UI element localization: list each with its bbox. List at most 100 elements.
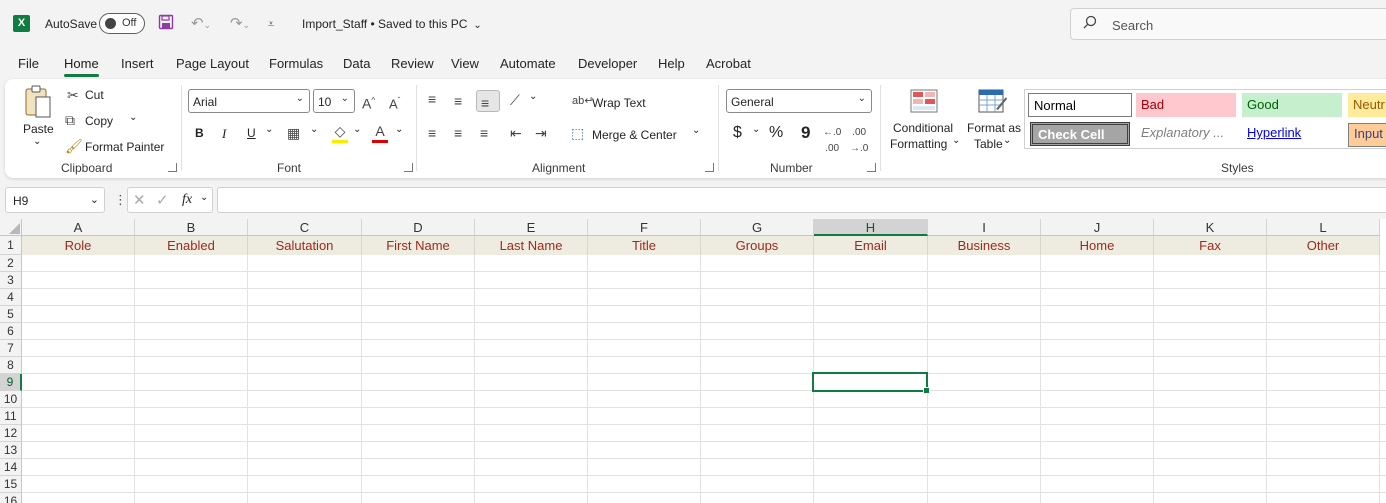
column-header-l[interactable]: L <box>1267 219 1380 236</box>
row-header-12[interactable]: 12 <box>0 425 22 442</box>
header-cell-c[interactable]: Salutation <box>248 236 362 255</box>
row-header-15[interactable]: 15 <box>0 476 22 493</box>
name-box[interactable]: H9 ⌄ <box>5 187 105 213</box>
column-header-d[interactable]: D <box>362 219 475 236</box>
tab-developer[interactable]: Developer <box>578 56 637 71</box>
paste-button[interactable]: Paste <box>23 122 54 136</box>
header-cell-h[interactable]: Email <box>814 236 928 255</box>
scissors-icon[interactable]: ✂ <box>67 87 79 103</box>
row-header-16[interactable]: 16 <box>0 493 22 503</box>
decrease-font-icon[interactable]: Aˇ <box>389 93 400 112</box>
fill-color-dropdown-icon[interactable]: ⌄ <box>353 124 361 135</box>
align-top-icon[interactable]: ≡ <box>428 91 436 107</box>
cancel-icon[interactable]: ✕ <box>133 191 146 209</box>
alignment-launcher-icon[interactable] <box>705 163 714 172</box>
borders-dropdown-icon[interactable]: ⌄ <box>310 124 318 135</box>
style-explanatory[interactable]: Explanatory ... <box>1136 121 1236 145</box>
insert-function-button[interactable]: fx <box>182 192 192 208</box>
search-box[interactable]: Search <box>1070 8 1386 40</box>
customize-toolbar-icon[interactable]: ⩡ <box>264 14 278 34</box>
style-check-cell[interactable]: Check Cell <box>1030 122 1130 146</box>
row-header-14[interactable]: 14 <box>0 459 22 476</box>
merge-center-icon[interactable]: ⬚ <box>571 125 584 141</box>
row-header-3[interactable]: 3 <box>0 272 22 289</box>
font-size-combo[interactable]: 10 ⌄ <box>313 89 355 113</box>
format-as-table-icon[interactable] <box>978 89 1008 115</box>
column-header-k[interactable]: K <box>1154 219 1267 236</box>
column-header-j[interactable]: J <box>1041 219 1154 236</box>
column-header-c[interactable]: C <box>248 219 362 236</box>
conditional-formatting-button[interactable]: Conditional <box>893 121 953 135</box>
align-left-icon[interactable]: ≡ <box>428 125 436 141</box>
column-header-h[interactable]: H <box>814 219 928 236</box>
align-bottom-button[interactable]: ≡ <box>476 90 500 112</box>
tab-view[interactable]: View <box>451 56 479 71</box>
currency-button[interactable]: $ <box>733 124 742 142</box>
tab-file[interactable]: File <box>18 56 39 71</box>
select-all-corner[interactable] <box>0 219 22 236</box>
header-cell-i[interactable]: Business <box>928 236 1041 255</box>
underline-dropdown-icon[interactable]: ⌄ <box>265 124 273 135</box>
tab-home[interactable]: Home <box>64 56 99 77</box>
header-cell-a[interactable]: Role <box>22 236 135 255</box>
format-painter-icon[interactable]: 🖌 <box>65 138 83 154</box>
row-header-8[interactable]: 8 <box>0 357 22 374</box>
comma-style-button[interactable]: 9 <box>801 123 810 143</box>
orientation-icon[interactable]: ⟋ <box>510 92 520 108</box>
number-format-combo[interactable]: General ⌄ <box>726 89 872 113</box>
conditional-formatting-icon[interactable] <box>910 89 938 113</box>
header-cell-g[interactable]: Groups <box>701 236 814 255</box>
row-header-9[interactable]: 9 <box>0 374 22 391</box>
active-cell-selection[interactable] <box>812 372 930 394</box>
header-cell-j[interactable]: Home <box>1041 236 1154 255</box>
font-launcher-icon[interactable] <box>404 163 413 172</box>
row-header-10[interactable]: 10 <box>0 391 22 408</box>
document-title[interactable]: Import_Staff • Saved to this PC ⌄ <box>302 17 482 31</box>
tab-insert[interactable]: Insert <box>121 56 154 71</box>
row-header-2[interactable]: 2 <box>0 255 22 272</box>
align-middle-icon[interactable]: ≡ <box>454 93 462 109</box>
copy-dropdown-icon[interactable]: ⌄ <box>129 112 137 123</box>
italic-button[interactable]: I <box>222 126 226 142</box>
header-cell-l[interactable]: Other <box>1267 236 1380 255</box>
tab-help[interactable]: Help <box>658 56 685 71</box>
style-neutral[interactable]: Neutr <box>1348 93 1386 117</box>
row-header-7[interactable]: 7 <box>0 340 22 357</box>
style-hyperlink[interactable]: Hyperlink <box>1242 121 1342 145</box>
header-cell-e[interactable]: Last Name <box>475 236 588 255</box>
clipboard-icon[interactable] <box>23 85 53 121</box>
format-as-table-button[interactable]: Format as <box>967 121 1021 135</box>
tab-data[interactable]: Data <box>343 56 370 71</box>
font-color-icon[interactable]: A <box>372 123 388 143</box>
header-cell-b[interactable]: Enabled <box>135 236 248 255</box>
row-header-6[interactable]: 6 <box>0 323 22 340</box>
tab-review[interactable]: Review <box>391 56 434 71</box>
borders-icon[interactable]: ▦ <box>287 125 300 141</box>
tab-acrobat[interactable]: Acrobat <box>706 56 751 71</box>
tab-formulas[interactable]: Formulas <box>269 56 323 71</box>
align-center-icon[interactable]: ≡ <box>454 125 462 141</box>
header-cell-d[interactable]: First Name <box>362 236 475 255</box>
paste-dropdown-icon[interactable]: ⌄ <box>33 136 41 147</box>
style-normal[interactable]: Normal <box>1028 93 1132 117</box>
copy-button[interactable]: Copy <box>85 114 113 128</box>
header-cell-k[interactable]: Fax <box>1154 236 1267 255</box>
format-painter-button[interactable]: Format Painter <box>85 140 164 154</box>
row-header-1[interactable]: 1 <box>0 236 22 255</box>
row-header-13[interactable]: 13 <box>0 442 22 459</box>
orientation-dropdown-icon[interactable]: ⌄ <box>529 91 537 102</box>
copy-icon[interactable]: ⧉ <box>65 112 75 128</box>
align-right-icon[interactable]: ≡ <box>480 125 488 141</box>
redo-icon[interactable]: ↷⌄ <box>225 14 255 34</box>
header-cell-f[interactable]: Title <box>588 236 701 255</box>
save-icon[interactable] <box>157 14 175 34</box>
style-input[interactable]: Input <box>1348 123 1386 147</box>
column-header-i[interactable]: I <box>928 219 1041 236</box>
increase-indent-icon[interactable]: ⇥ <box>535 125 547 141</box>
column-header-f[interactable]: F <box>588 219 701 236</box>
increase-font-icon[interactable]: A^ <box>362 93 375 112</box>
column-header-a[interactable]: A <box>22 219 135 236</box>
formula-input[interactable] <box>217 187 1386 213</box>
column-header-b[interactable]: B <box>135 219 248 236</box>
merge-dropdown-icon[interactable]: ⌄ <box>692 125 700 136</box>
